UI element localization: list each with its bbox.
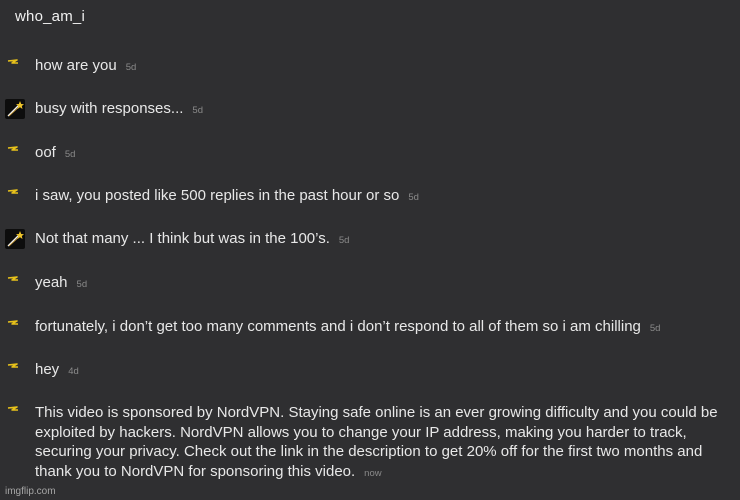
message-timestamp: 4d — [68, 366, 79, 377]
message-body: yeah 5d — [35, 273, 738, 295]
watermark-text: imgflip.com — [5, 486, 56, 497]
shooting-star-avatar-icon[interactable] — [5, 229, 25, 249]
bolt-avatar-icon[interactable] — [5, 186, 25, 206]
message-text: yeah — [35, 274, 68, 291]
bolt-avatar-icon[interactable] — [5, 317, 25, 337]
message-text: oof — [35, 144, 56, 161]
bolt-avatar-icon[interactable] — [5, 360, 25, 380]
message-body: i saw, you posted like 500 replies in th… — [35, 186, 738, 208]
message-timestamp: now — [364, 467, 382, 479]
bolt-avatar-icon[interactable] — [5, 273, 25, 293]
message-body: Not that many ... I think but was in the… — [35, 229, 738, 251]
message-timestamp: 5d — [125, 62, 137, 73]
message-text: hey — [35, 361, 60, 378]
conversation-title: who_am_i — [15, 8, 85, 25]
message-timestamp: 5d — [64, 149, 76, 160]
message-text: fortunately, i don’t get too many commen… — [35, 318, 641, 335]
bolt-avatar-icon[interactable] — [5, 56, 25, 76]
message-body: how are you 5d — [35, 56, 738, 78]
message-body: oof 5d — [35, 143, 738, 165]
message-body: This video is sponsored by NordVPN. Stay… — [35, 403, 738, 483]
message-text: how are you — [35, 57, 117, 74]
bolt-avatar-icon[interactable] — [5, 143, 25, 163]
message-timestamp: 5d — [76, 279, 88, 290]
bolt-avatar-icon[interactable] — [5, 403, 25, 423]
message-timestamp: 5d — [338, 235, 350, 246]
shooting-star-avatar-icon[interactable] — [5, 99, 25, 119]
message-text: i saw, you posted like 500 replies in th… — [35, 187, 400, 204]
message-timestamp: 5d — [192, 105, 203, 116]
message-text: Not that many ... I think but was in the… — [35, 230, 330, 247]
message-body: busy with responses... 5d — [35, 99, 738, 121]
message-timestamp: 5d — [408, 192, 419, 203]
message-timestamp: 5d — [649, 323, 661, 334]
message-text: busy with responses... — [35, 100, 184, 117]
message-body: hey 4d — [35, 360, 738, 382]
message-body: fortunately, i don’t get too many commen… — [35, 317, 738, 339]
